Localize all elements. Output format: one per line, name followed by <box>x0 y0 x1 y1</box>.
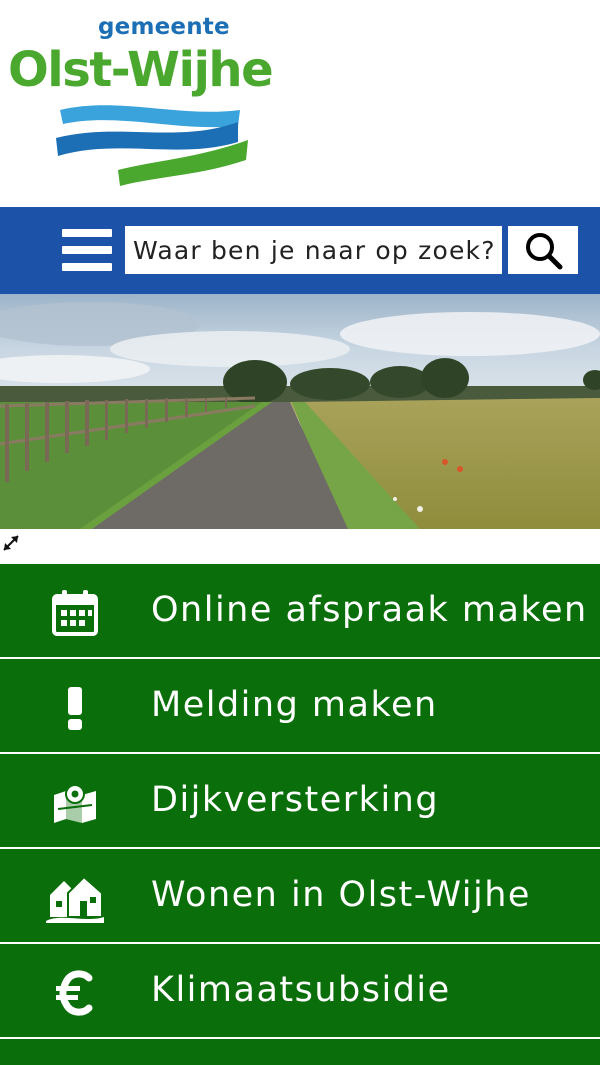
calendar-icon <box>45 590 105 636</box>
quicklink-label: Klimaatsubsidie <box>151 970 451 1010</box>
houses-icon <box>45 875 105 923</box>
hero-image <box>0 294 600 529</box>
quicklinks-list: Online afspraak maken Melding maken Dijk… <box>0 564 600 1065</box>
quicklink-label: Dijkversterking <box>151 780 440 820</box>
quicklink-label: Melding maken <box>151 685 438 725</box>
quicklink-partial-item[interactable] <box>0 1039 600 1065</box>
exclamation-icon <box>45 685 105 731</box>
quicklink-online-afspraak[interactable]: Online afspraak maken <box>0 564 600 659</box>
gemeente-olst-wijhe-logo[interactable]: gemeente Olst-Wijhe <box>8 10 288 195</box>
search-input[interactable] <box>125 226 502 274</box>
expand-icon[interactable] <box>0 532 22 554</box>
quicklink-wonen[interactable]: Wonen in Olst-Wijhe <box>0 849 600 944</box>
hamburger-menu-icon[interactable] <box>62 229 112 271</box>
site-header: gemeente Olst-Wijhe <box>0 0 600 207</box>
quicklink-label: Wonen in Olst-Wijhe <box>151 875 531 915</box>
landscape-image <box>0 294 600 529</box>
quicklink-label: Online afspraak maken <box>151 590 588 630</box>
quicklink-dijkversterking[interactable]: Dijkversterking <box>0 754 600 849</box>
quicklink-melding-maken[interactable]: Melding maken <box>0 659 600 754</box>
search-button[interactable] <box>508 226 578 274</box>
search-icon <box>526 233 563 270</box>
logo-waves-icon <box>56 105 248 186</box>
navigation-bar <box>0 207 600 294</box>
map-pin-icon <box>45 780 105 826</box>
quicklink-klimaatsubsidie[interactable]: Klimaatsubsidie <box>0 944 600 1039</box>
euro-icon <box>45 970 105 1016</box>
